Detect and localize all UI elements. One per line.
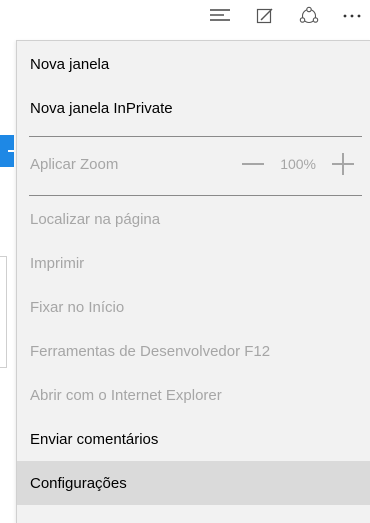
menu-item-find-on-page[interactable]: Localizar na página bbox=[17, 197, 370, 241]
menu-item-new-window[interactable]: Nova janela bbox=[17, 42, 370, 86]
zoom-label: Aplicar Zoom bbox=[30, 155, 119, 173]
background-page-panel bbox=[0, 256, 7, 368]
menu-item-label: Abrir com o Internet Explorer bbox=[30, 386, 222, 404]
more-actions-button[interactable] bbox=[333, 0, 370, 32]
menu-separator bbox=[29, 195, 362, 196]
zoom-out-button[interactable] bbox=[242, 163, 265, 165]
background-page-tab bbox=[0, 135, 16, 167]
share-icon bbox=[299, 6, 319, 24]
menu-item-label: Enviar comentários bbox=[30, 430, 159, 448]
menu-item-pin-to-start[interactable]: Fixar no Início bbox=[17, 285, 370, 329]
more-icon bbox=[343, 14, 360, 18]
menu-item-open-with-ie[interactable]: Abrir com o Internet Explorer bbox=[17, 373, 370, 417]
zoom-controls: 100% bbox=[242, 142, 370, 186]
menu-item-label: Configurações bbox=[30, 474, 127, 492]
menu-item-label: Localizar na página bbox=[30, 210, 161, 228]
hub-icon bbox=[210, 9, 230, 21]
share-button[interactable] bbox=[290, 0, 328, 32]
menu-item-developer-tools[interactable]: Ferramentas de Desenvolvedor F12 bbox=[17, 329, 370, 373]
menu-separator bbox=[29, 136, 362, 137]
menu-item-label: Nova janela bbox=[30, 55, 110, 73]
web-note-icon bbox=[256, 8, 273, 24]
menu-item-label: Imprimir bbox=[30, 254, 85, 272]
menu-item-new-inprivate-window[interactable]: Nova janela InPrivate bbox=[17, 86, 370, 130]
menu-item-label: Nova janela InPrivate bbox=[30, 99, 173, 117]
more-actions-menu: Nova janela Nova janela InPrivate Aplica… bbox=[16, 40, 370, 523]
zoom-value: 100% bbox=[280, 156, 316, 172]
menu-item-label: Ferramentas de Desenvolvedor F12 bbox=[30, 342, 271, 360]
menu-item-label: Fixar no Início bbox=[30, 298, 125, 316]
menu-item-send-feedback[interactable]: Enviar comentários bbox=[17, 417, 370, 461]
web-note-button[interactable] bbox=[248, 0, 282, 32]
menu-item-zoom: Aplicar Zoom 100% bbox=[17, 142, 370, 186]
hub-button[interactable] bbox=[203, 0, 237, 32]
menu-item-print[interactable]: Imprimir bbox=[17, 241, 370, 285]
zoom-in-button[interactable] bbox=[332, 153, 354, 175]
menu-item-settings[interactable]: Configurações bbox=[17, 461, 370, 505]
